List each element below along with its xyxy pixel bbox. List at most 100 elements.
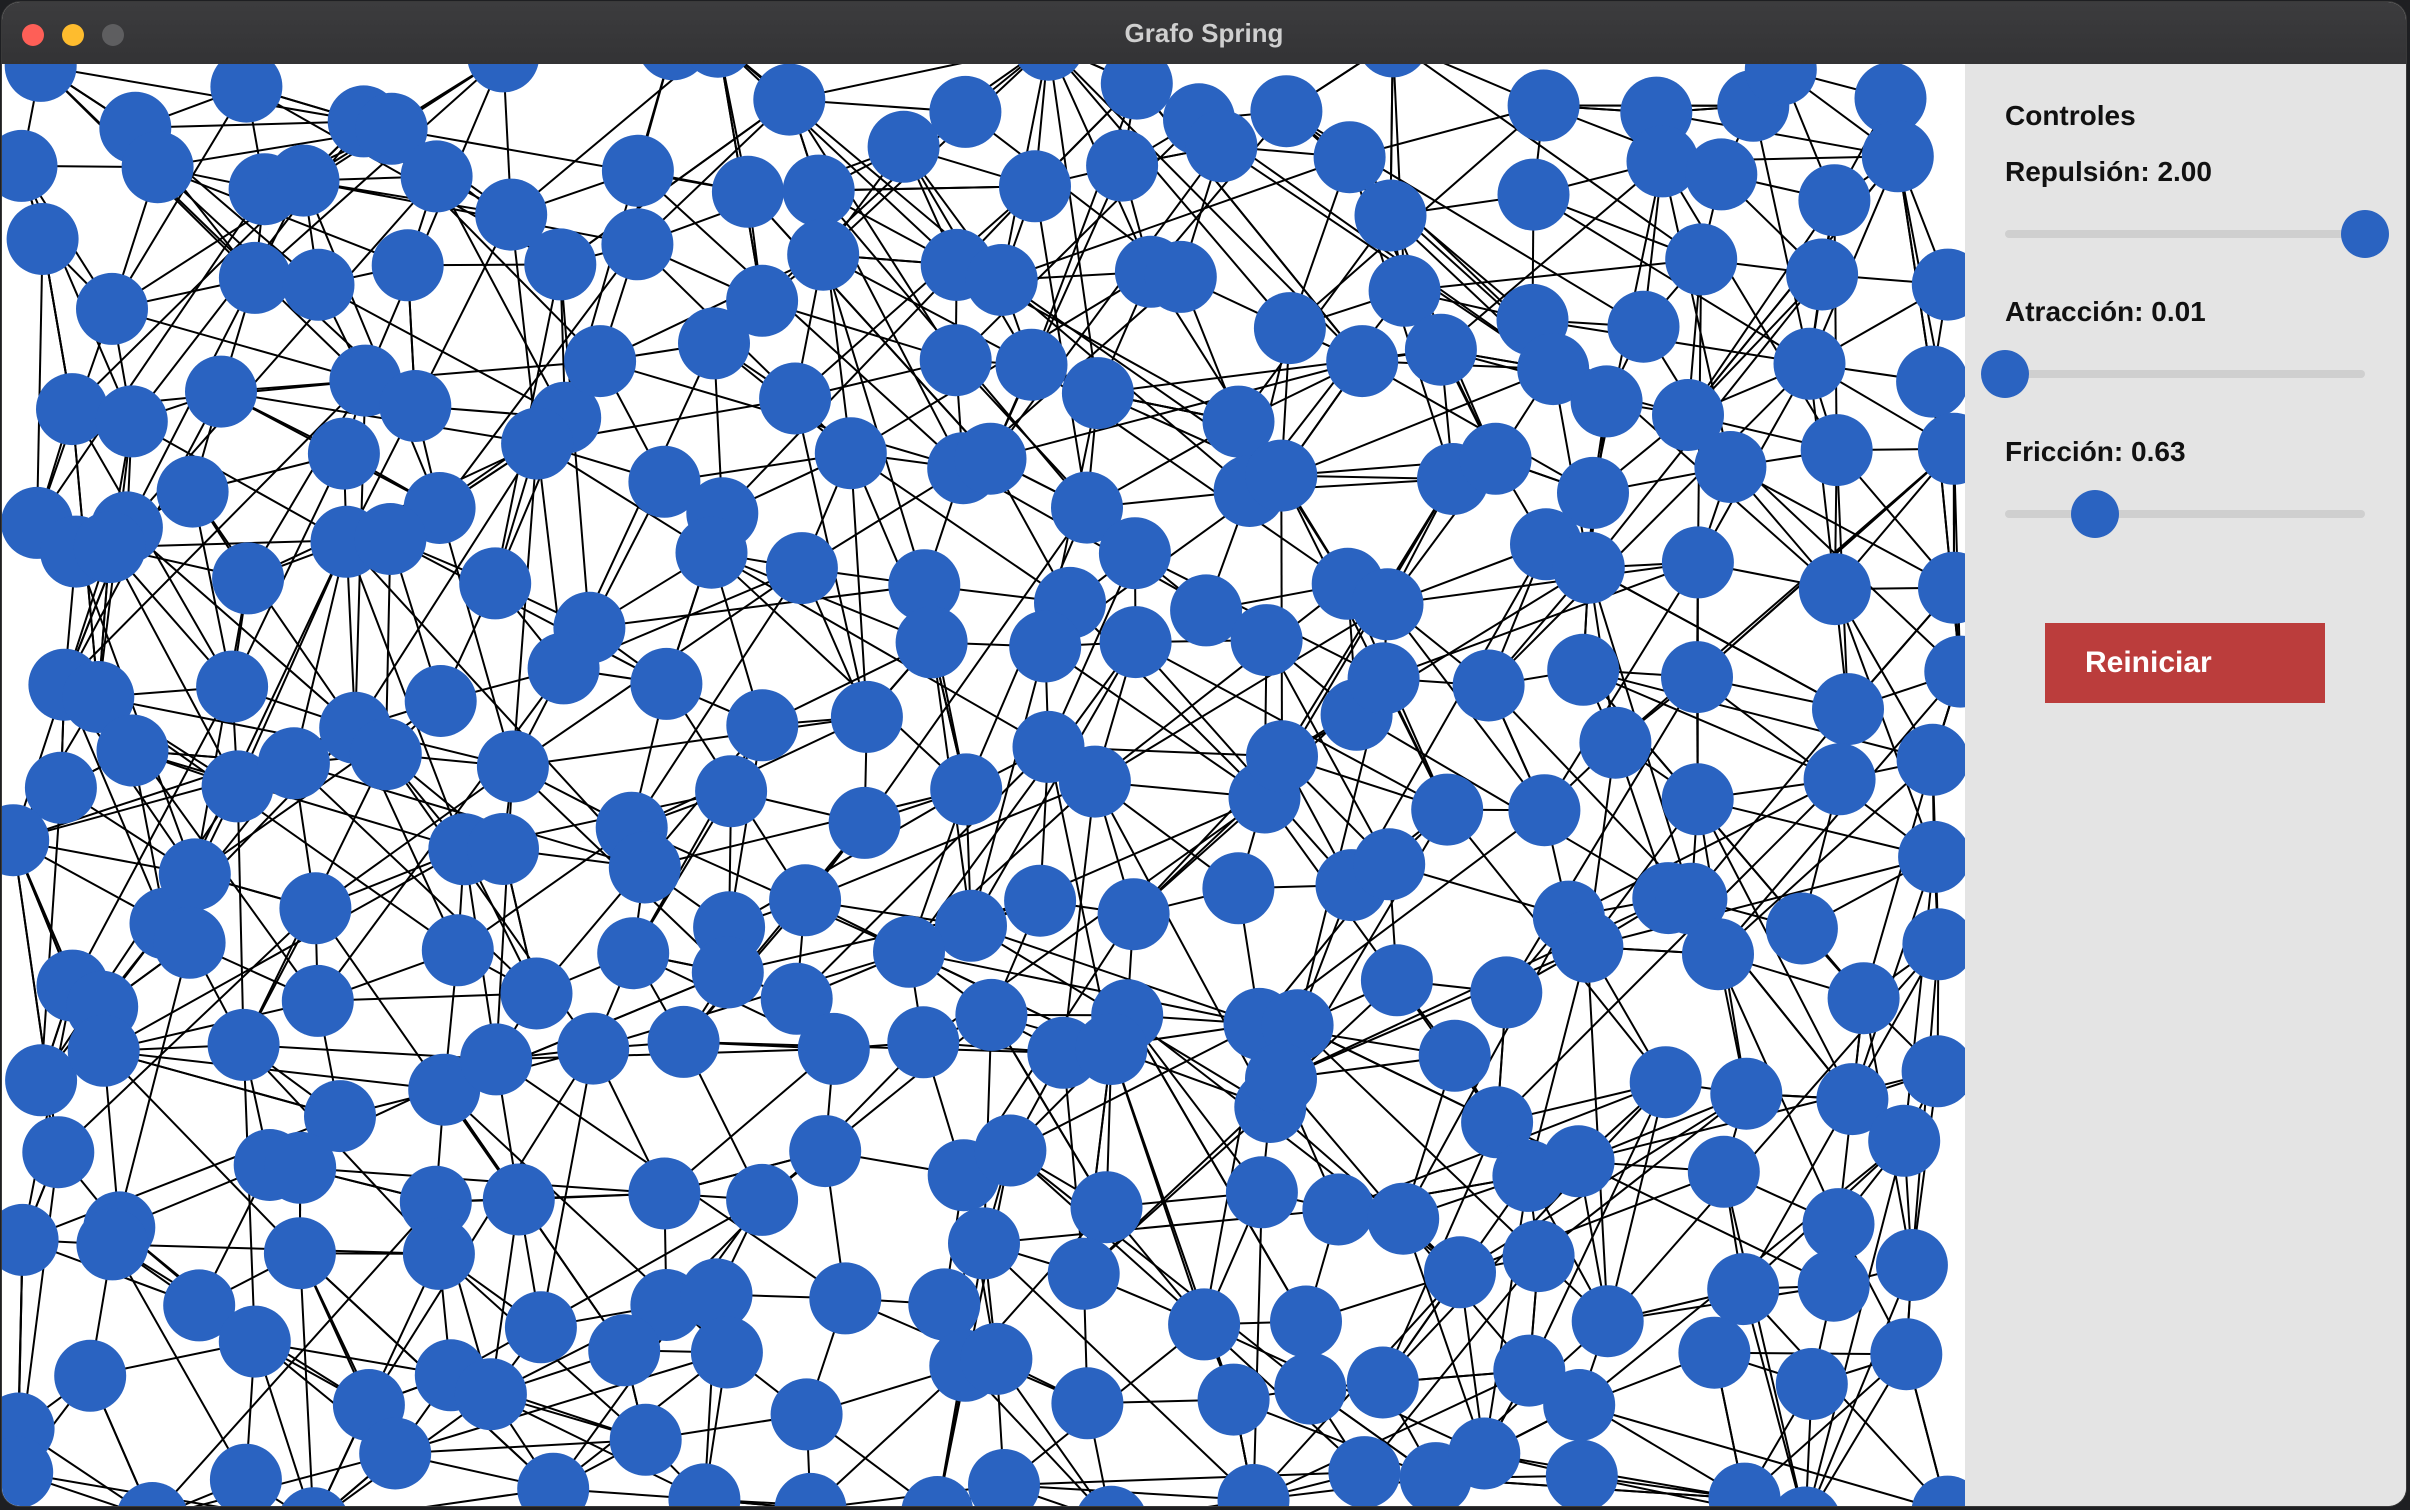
repulsion-slider[interactable]: [2005, 210, 2389, 258]
title-bar[interactable]: Grafo Spring: [2, 2, 2406, 65]
graph-node[interactable]: [158, 838, 231, 911]
graph-node[interactable]: [467, 64, 539, 93]
graph-node[interactable]: [1424, 1236, 1496, 1309]
graph-node[interactable]: [1418, 1019, 1491, 1092]
graph-node[interactable]: [1354, 179, 1427, 252]
graph-node[interactable]: [1250, 75, 1323, 148]
graph-node[interactable]: [96, 714, 169, 787]
graph-node[interactable]: [557, 1012, 630, 1085]
graph-node[interactable]: [588, 1314, 661, 1387]
repulsion-slider-thumb[interactable]: [2341, 210, 2389, 258]
graph-node[interactable]: [769, 864, 842, 937]
graph-node[interactable]: [1367, 1182, 1440, 1255]
graph-node[interactable]: [209, 1443, 282, 1506]
graph-node[interactable]: [218, 241, 291, 314]
graph-node[interactable]: [1765, 892, 1838, 965]
graph-node[interactable]: [349, 718, 422, 791]
graph-node[interactable]: [482, 1163, 555, 1236]
graph-node[interactable]: [1459, 422, 1532, 495]
graph-node[interactable]: [73, 511, 146, 584]
graph-node[interactable]: [527, 632, 600, 705]
graph-node[interactable]: [759, 362, 832, 435]
graph-node[interactable]: [1253, 292, 1326, 365]
graph-node[interactable]: [1098, 517, 1171, 590]
graph-node[interactable]: [1404, 313, 1477, 386]
graph-node[interactable]: [1470, 956, 1543, 1029]
graph-node[interactable]: [1326, 325, 1399, 398]
graph-node[interactable]: [4, 64, 77, 102]
graph-node[interactable]: [929, 75, 1002, 148]
graph-node[interactable]: [1099, 606, 1172, 679]
graph-node[interactable]: [22, 1116, 95, 1189]
graph-node[interactable]: [930, 753, 1003, 826]
graph-node[interactable]: [1313, 121, 1386, 194]
graph-node[interactable]: [282, 248, 355, 321]
graph-node[interactable]: [257, 727, 330, 800]
graph-node[interactable]: [974, 1114, 1047, 1187]
graph-node[interactable]: [960, 1322, 1033, 1395]
graph-node[interactable]: [1682, 918, 1754, 991]
graph-node[interactable]: [887, 1006, 960, 1079]
graph-node[interactable]: [1661, 526, 1734, 599]
graph-node[interactable]: [1800, 414, 1873, 487]
graph-node[interactable]: [1144, 240, 1217, 313]
graph-node[interactable]: [196, 650, 269, 723]
graph-node[interactable]: [371, 229, 444, 302]
graph-node[interactable]: [1197, 1363, 1270, 1436]
graph-node[interactable]: [500, 957, 573, 1030]
friction-slider[interactable]: [2005, 490, 2365, 538]
graph-node[interactable]: [608, 831, 681, 904]
graph-node[interactable]: [121, 131, 194, 204]
graph-node[interactable]: [1665, 223, 1738, 296]
reset-button[interactable]: Reiniciar: [2045, 623, 2325, 703]
graph-node[interactable]: [830, 680, 903, 753]
graph-node[interactable]: [156, 455, 229, 528]
friction-slider-thumb[interactable]: [2071, 490, 2119, 538]
graph-node[interactable]: [504, 1291, 577, 1364]
graph-node[interactable]: [400, 140, 473, 213]
graph-node[interactable]: [828, 786, 901, 859]
graph-node[interactable]: [278, 1487, 350, 1506]
graph-node[interactable]: [1868, 1104, 1941, 1177]
graph-node[interactable]: [935, 889, 1007, 962]
graph-node[interactable]: [919, 324, 992, 397]
graph-node[interactable]: [1047, 1237, 1120, 1310]
attraction-slider-thumb[interactable]: [1981, 350, 2029, 398]
graph-node[interactable]: [1452, 649, 1525, 722]
graph-node[interactable]: [995, 328, 1068, 401]
graph-node[interactable]: [476, 730, 549, 803]
graph-node[interactable]: [1012, 64, 1084, 81]
graph-node[interactable]: [153, 906, 226, 979]
graph-node[interactable]: [601, 134, 674, 207]
graph-node[interactable]: [1547, 633, 1620, 706]
graph-node[interactable]: [1924, 635, 1965, 708]
graph-node[interactable]: [1861, 120, 1934, 193]
graph-node[interactable]: [307, 417, 380, 490]
graph-node[interactable]: [1773, 327, 1846, 400]
graph-node[interactable]: [279, 872, 352, 945]
graph-canvas[interactable]: [2, 64, 1965, 1506]
graph-node[interactable]: [1708, 1462, 1781, 1506]
graph-node[interactable]: [965, 244, 1038, 316]
graph-node[interactable]: [955, 978, 1028, 1051]
graph-node[interactable]: [1502, 1220, 1575, 1293]
graph-node[interactable]: [379, 370, 452, 442]
graph-node[interactable]: [218, 1305, 291, 1378]
graph-node[interactable]: [690, 1316, 763, 1389]
graph-node[interactable]: [354, 503, 427, 575]
graph-node[interactable]: [1542, 1125, 1615, 1198]
graph-node[interactable]: [765, 532, 838, 605]
graph-node[interactable]: [1202, 852, 1275, 925]
graph-node[interactable]: [501, 407, 574, 480]
graph-node[interactable]: [1552, 531, 1625, 604]
graph-node[interactable]: [809, 1262, 882, 1335]
graph-node[interactable]: [267, 144, 340, 217]
graph-node[interactable]: [908, 1268, 981, 1341]
graph-node[interactable]: [1911, 248, 1965, 321]
graph-node[interactable]: [1086, 129, 1159, 202]
graph-node[interactable]: [1270, 1285, 1342, 1358]
graph-node[interactable]: [782, 154, 855, 227]
graph-node[interactable]: [1685, 138, 1758, 211]
graph-node[interactable]: [628, 1157, 701, 1230]
graph-node[interactable]: [1061, 357, 1134, 430]
